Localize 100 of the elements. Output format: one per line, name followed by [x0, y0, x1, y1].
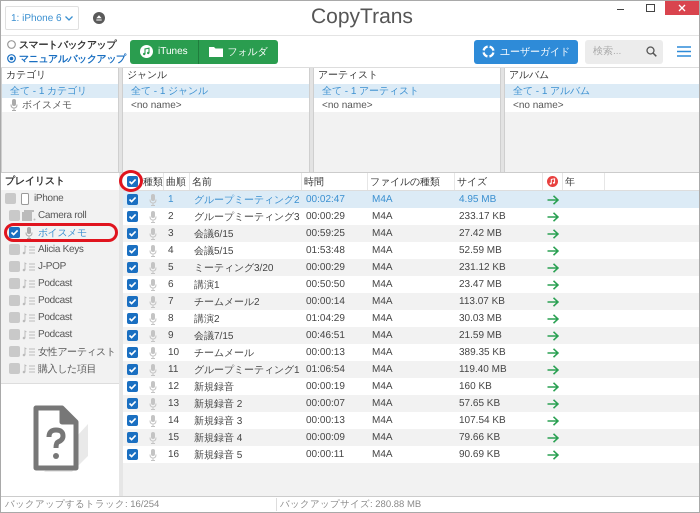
track-row[interactable]: 2 グループミーティング3 00:00:29 M4A 233.17 KB: [123, 208, 699, 225]
track-row[interactable]: 10 チームメール 00:00:13 M4A 389.35 KB: [123, 344, 699, 361]
playlist-item[interactable]: Camera roll: [1, 207, 119, 224]
menu-icon[interactable]: [677, 46, 691, 57]
checkbox[interactable]: [9, 363, 20, 374]
filter-item[interactable]: <no name>: [505, 98, 699, 112]
checkbox[interactable]: [5, 193, 16, 204]
column-header[interactable]: 名前: [190, 173, 302, 190]
playlist-item[interactable]: Podcast: [1, 326, 119, 343]
table-cell-text: 14: [167, 414, 180, 428]
user-guide-button[interactable]: ユーザーガイド: [474, 40, 578, 64]
checkbox[interactable]: [126, 432, 138, 443]
checkbox[interactable]: [9, 312, 20, 323]
table-cell-text: M4A: [371, 448, 394, 462]
arrow-icon[interactable]: [547, 416, 559, 426]
checkbox[interactable]: [9, 295, 20, 306]
table-cell-text: M4A: [371, 278, 394, 292]
arrow-icon[interactable]: [547, 450, 559, 460]
microphone-icon: [148, 330, 156, 342]
playlist-item[interactable]: Podcast: [1, 309, 119, 326]
arrow-icon[interactable]: [547, 212, 559, 222]
microphone-icon: [148, 262, 156, 274]
checkbox[interactable]: [126, 347, 138, 358]
column-header[interactable]: 時間: [302, 173, 368, 190]
arrow-icon[interactable]: [547, 228, 559, 238]
table-cell-text: M4A: [371, 261, 394, 275]
radio-option[interactable]: スマートバックアップ: [7, 38, 129, 52]
checkbox[interactable]: [9, 244, 20, 255]
table-cell-text: 講演2: [193, 312, 221, 326]
filter-item[interactable]: <no name>: [314, 98, 500, 112]
checkbox[interactable]: [126, 313, 138, 324]
arrow-icon[interactable]: [547, 262, 559, 272]
table-cell-text: チームメール: [193, 346, 255, 360]
checkbox[interactable]: [126, 364, 138, 375]
table-cell-text: M4A: [371, 312, 394, 326]
track-row[interactable]: 6 講演1 00:50:50 M4A 23.47 MB: [123, 276, 699, 293]
column-header[interactable]: サイズ: [455, 173, 543, 190]
arrow-icon[interactable]: [547, 194, 559, 204]
arrow-icon[interactable]: [547, 296, 559, 306]
checkbox[interactable]: [126, 279, 138, 290]
column-header[interactable]: ファイルの種類: [368, 173, 455, 190]
eject-icon[interactable]: [93, 12, 105, 24]
checkbox[interactable]: [126, 398, 138, 409]
table-cell-text: 会議6/15: [193, 228, 234, 242]
playlist-item[interactable]: 購入した項目: [1, 360, 119, 377]
close-icon[interactable]: [665, 1, 699, 15]
track-row[interactable]: 4 会議5/15 01:53:48 M4A 52.59 MB: [123, 242, 699, 259]
track-row[interactable]: 8 講演2 01:04:29 M4A 30.03 MB: [123, 310, 699, 327]
checkbox[interactable]: [126, 381, 138, 392]
search-icon[interactable]: [646, 46, 657, 57]
checkbox[interactable]: [126, 176, 138, 187]
column-header[interactable]: 種類: [141, 173, 164, 190]
checkbox[interactable]: [9, 346, 20, 357]
status-text: バックアップサイズ: 280.88 MB: [279, 498, 422, 511]
table-cell-text: 01:04:29: [305, 312, 346, 326]
arrow-icon[interactable]: [547, 432, 559, 442]
arrow-icon[interactable]: [547, 246, 559, 256]
checkbox[interactable]: [126, 211, 138, 222]
column-header[interactable]: 曲順: [164, 173, 190, 190]
checkbox[interactable]: [9, 329, 20, 340]
arrow-icon[interactable]: [547, 280, 559, 290]
table-cell-text: 新規録音 5: [193, 448, 244, 462]
arrow-icon[interactable]: [547, 398, 559, 408]
playlist-item[interactable]: Podcast: [1, 292, 119, 309]
playlist-item[interactable]: Podcast: [1, 275, 119, 292]
checkbox[interactable]: [126, 449, 138, 460]
playlist-icon: [22, 244, 36, 254]
checkbox[interactable]: [9, 210, 20, 221]
checkbox[interactable]: [126, 330, 138, 341]
checkbox[interactable]: [126, 262, 138, 273]
checkbox[interactable]: [126, 245, 138, 256]
table-cell-text: 52.59 MB: [458, 244, 503, 258]
checkbox[interactable]: [9, 278, 20, 289]
playlist-item[interactable]: J-POP: [1, 258, 119, 275]
checkbox[interactable]: [126, 194, 138, 205]
checkbox[interactable]: [126, 296, 138, 307]
filter-item[interactable]: <no name>: [123, 98, 309, 112]
track-row[interactable]: 12 新規録音 00:00:19 M4A 160 KB: [123, 378, 699, 395]
track-row[interactable]: 16 新規録音 5 00:00:11 M4A 90.69 KB: [123, 446, 699, 463]
arrow-icon[interactable]: [547, 348, 559, 358]
table-cell-text: 233.17 KB: [458, 210, 507, 224]
radio-option[interactable]: マニュアルバックアップ: [7, 52, 129, 66]
checkbox[interactable]: [9, 261, 20, 272]
filter-item[interactable]: ボイスメモ: [2, 98, 118, 112]
arrow-icon[interactable]: [547, 382, 559, 392]
column-header[interactable]: 年: [563, 173, 605, 190]
checkbox[interactable]: [126, 415, 138, 426]
playlist-item[interactable]: 女性アーティスト: [1, 343, 119, 360]
playlist-item[interactable]: Alicia Keys: [1, 241, 119, 258]
arrow-icon[interactable]: [547, 314, 559, 324]
device-dropdown[interactable]: 1: iPhone 6: [5, 6, 79, 30]
track-row[interactable]: 14 新規録音 3 00:00:13 M4A 107.54 KB: [123, 412, 699, 429]
table-cell-text: M4A: [371, 210, 394, 224]
checkbox[interactable]: [126, 228, 138, 239]
table-cell-text: 00:00:29: [305, 210, 346, 224]
checkbox[interactable]: [9, 227, 20, 238]
arrow-icon[interactable]: [547, 364, 559, 374]
arrow-icon[interactable]: [547, 330, 559, 340]
search-field[interactable]: 検索...: [585, 40, 663, 64]
playlist-item[interactable]: iPhone: [1, 190, 119, 207]
